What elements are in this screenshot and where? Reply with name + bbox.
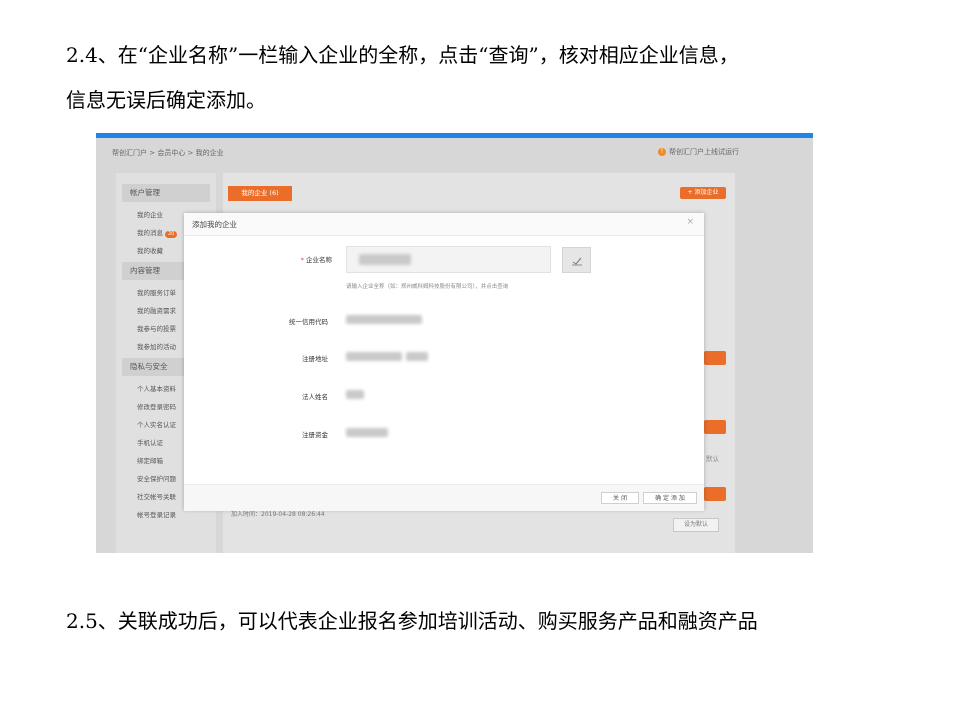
sidebar-item-activities[interactable]: 我参加的活动 bbox=[137, 341, 176, 351]
add-company-button[interactable]: + 添加企业 bbox=[680, 187, 726, 199]
sidebar-item-email[interactable]: 绑定邮箱 bbox=[137, 455, 163, 465]
modal-header: 添加我的企业 × bbox=[184, 213, 704, 236]
sidebar-item-security-question[interactable]: 安全保护问题 bbox=[137, 473, 176, 483]
sidebar-item-password[interactable]: 修改登录密码 bbox=[137, 401, 176, 411]
sidebar-item-realname[interactable]: 个人实名认证 bbox=[137, 419, 176, 429]
legal-person-label: 法人姓名 bbox=[302, 393, 328, 401]
breadcrumb[interactable]: 帮创汇门户 > 会员中心 > 我的企业 bbox=[112, 148, 224, 158]
message-count-badge: 20 bbox=[165, 231, 178, 238]
sidebar-item-votes[interactable]: 我参与的投票 bbox=[137, 323, 176, 333]
close-button[interactable]: 关 闭 bbox=[601, 492, 639, 504]
step-2-4-line2: 信息无误后确定添加。 bbox=[66, 88, 266, 112]
background-action-button[interactable] bbox=[704, 351, 726, 365]
info-icon: ! bbox=[658, 148, 666, 156]
step-2-5: 2.5、关联成功后，可以代表企业报名参加培训活动、购买服务产品和融资产品 bbox=[66, 609, 758, 633]
capital-value bbox=[346, 428, 388, 437]
address-value bbox=[346, 352, 402, 361]
top-accent-bar bbox=[96, 133, 813, 138]
embedded-screenshot: 帮创汇门户 > 会员中心 > 我的企业 ! 帮创汇门户上线试运行 帐户管理 我的企… bbox=[96, 133, 813, 553]
close-icon[interactable]: × bbox=[686, 217, 694, 227]
background-action-button[interactable] bbox=[704, 420, 726, 434]
background-action-button[interactable] bbox=[704, 487, 726, 501]
search-icon bbox=[571, 257, 582, 266]
sidebar-item-social[interactable]: 社交帐号关联 bbox=[137, 491, 176, 501]
sidebar-item-service-orders[interactable]: 我的服务订单 bbox=[137, 287, 176, 297]
modal-title: 添加我的企业 bbox=[192, 220, 237, 229]
default-link[interactable]: 默认 bbox=[706, 453, 719, 463]
sidebar-item-profile[interactable]: 个人基本资料 bbox=[137, 383, 176, 393]
credit-code-label: 统一信用代码 bbox=[289, 318, 328, 326]
query-button[interactable] bbox=[562, 247, 591, 273]
company-name-label: * 企业名称 bbox=[272, 254, 332, 264]
add-company-modal: 添加我的企业 × * 企业名称 请输入企业全称（如：郑州威科姆科技股份有限公司）… bbox=[184, 213, 704, 511]
company-name-hint: 请输入企业全称（如：郑州威科姆科技股份有限公司），并点击查询 bbox=[346, 284, 509, 290]
required-mark: * bbox=[300, 256, 304, 264]
tab-my-company[interactable]: 我的企业 (6) bbox=[228, 186, 292, 201]
sidebar-item-favorites[interactable]: 我的收藏 bbox=[137, 245, 163, 255]
confirm-add-button[interactable]: 确 定 添 加 bbox=[643, 492, 697, 504]
set-default-button[interactable]: 设为默认 bbox=[673, 518, 719, 532]
address-value-extra bbox=[406, 352, 428, 361]
sidebar-item-phone[interactable]: 手机认证 bbox=[137, 437, 163, 447]
sidebar-item-my-company[interactable]: 我的企业 bbox=[137, 209, 163, 219]
sidebar-item-login-log[interactable]: 帐号登录记录 bbox=[137, 509, 176, 519]
notice-text: 帮创汇门户上线试运行 bbox=[669, 148, 739, 156]
capital-label: 注册资金 bbox=[302, 431, 328, 439]
address-label: 注册地址 bbox=[302, 355, 328, 363]
sidebar-item-messages[interactable]: 我的消息 20 bbox=[137, 227, 178, 238]
step-2-4-line1: 2.4、在“企业名称”一栏输入企业的全称，点击“查询”，核对相应企业信息， bbox=[66, 43, 739, 67]
credit-code-value bbox=[346, 315, 422, 324]
legal-person-value bbox=[346, 390, 364, 399]
company-name-label-text: 企业名称 bbox=[306, 256, 332, 264]
sidebar-item-label: 我的消息 bbox=[137, 229, 163, 237]
redacted-value bbox=[359, 254, 411, 265]
company-name-input[interactable] bbox=[346, 246, 551, 273]
sidebar-header-account[interactable]: 帐户管理 bbox=[122, 184, 210, 202]
site-notice[interactable]: ! 帮创汇门户上线试运行 bbox=[658, 147, 739, 157]
modal-footer: 关 闭 确 定 添 加 bbox=[184, 484, 704, 511]
sidebar-item-financing[interactable]: 我的融资需求 bbox=[137, 305, 176, 315]
